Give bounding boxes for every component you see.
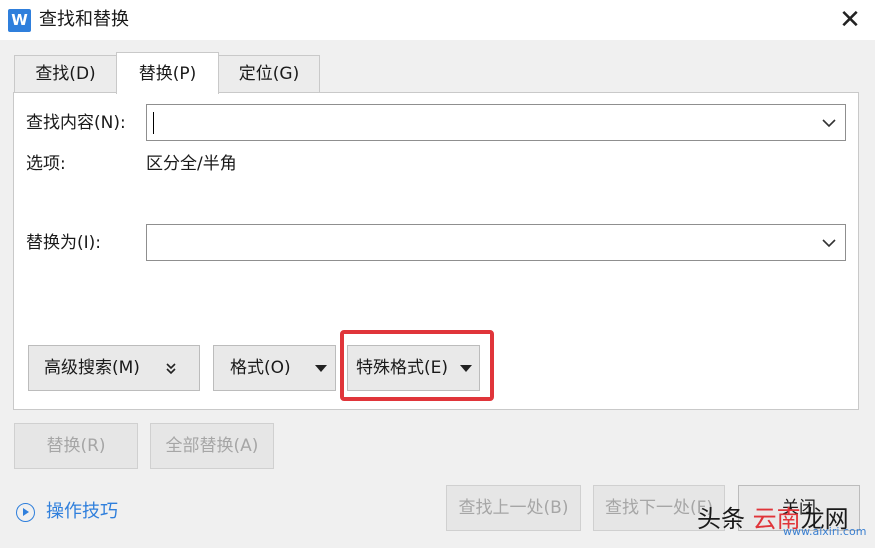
- title-bar: W 查找和替换 ✕: [0, 0, 875, 40]
- double-chevron-down-icon: [166, 363, 176, 375]
- tab-replace[interactable]: 替换(P): [116, 52, 219, 94]
- tab-find[interactable]: 查找(D): [14, 55, 117, 93]
- find-input[interactable]: [146, 104, 846, 141]
- replace-button[interactable]: 替换(R): [14, 423, 138, 469]
- close-icon[interactable]: ✕: [832, 4, 868, 36]
- chevron-down-icon[interactable]: [821, 113, 837, 133]
- advanced-search-label: 高级搜索(M): [44, 358, 140, 378]
- format-button[interactable]: 格式(O): [213, 345, 336, 391]
- window-title: 查找和替换: [39, 9, 129, 30]
- play-circle-icon[interactable]: [16, 503, 35, 522]
- format-label: 格式(O): [230, 358, 291, 378]
- wps-writer-icon: W: [8, 9, 31, 32]
- text-cursor: [153, 112, 154, 134]
- tips-link[interactable]: 操作技巧: [46, 500, 118, 524]
- chevron-down-icon[interactable]: [821, 233, 837, 253]
- tab-goto[interactable]: 定位(G): [218, 55, 320, 93]
- watermark-prefix: 头条: [697, 505, 753, 533]
- replace-input[interactable]: [146, 224, 846, 261]
- triangle-down-icon: [315, 365, 327, 372]
- advanced-search-button[interactable]: 高级搜索(M): [28, 345, 200, 391]
- annotation-highlight-box: [340, 330, 494, 401]
- options-label: 选项:: [26, 154, 66, 174]
- replace-label: 替换为(I):: [26, 233, 102, 253]
- watermark-site: www.aixiri.com: [783, 525, 867, 538]
- find-previous-button[interactable]: 查找上一处(B): [446, 485, 581, 531]
- find-label: 查找内容(N):: [26, 113, 126, 133]
- replace-all-button[interactable]: 全部替换(A): [150, 423, 274, 469]
- options-value: 区分全/半角: [146, 154, 237, 174]
